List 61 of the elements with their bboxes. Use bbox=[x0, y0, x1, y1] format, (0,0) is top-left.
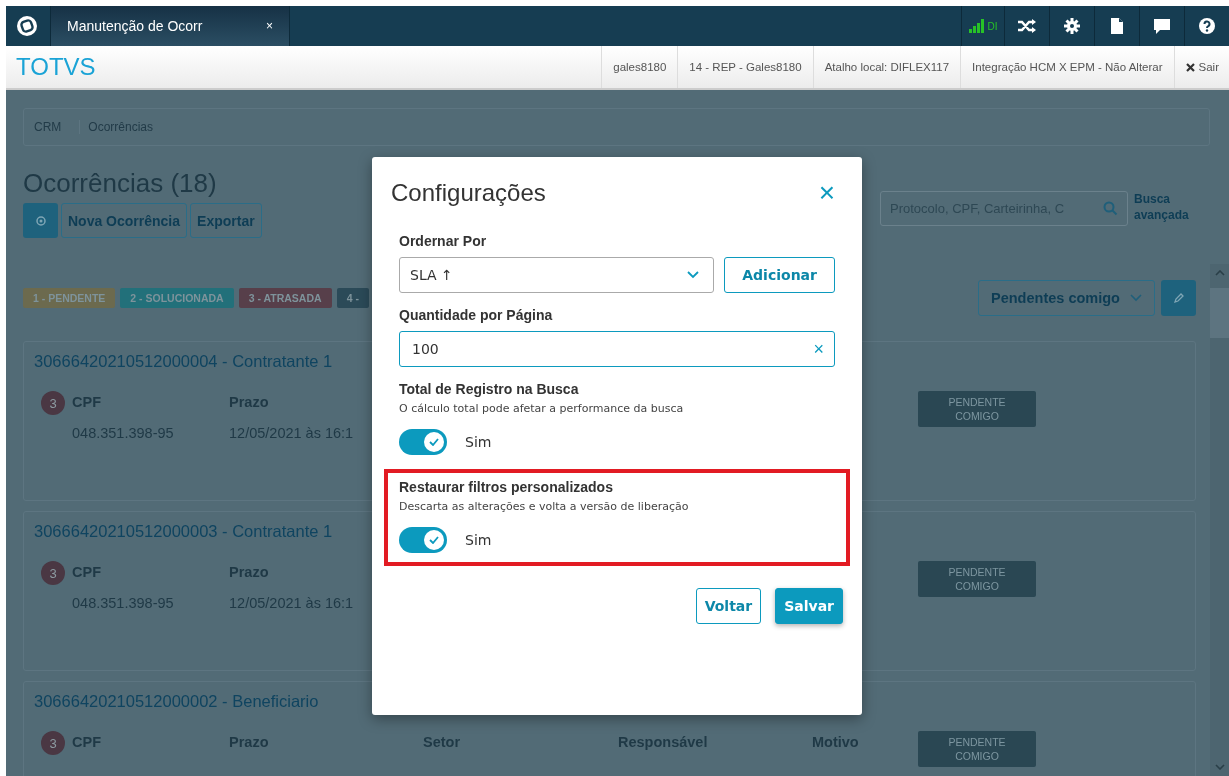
count-badge: 3 bbox=[41, 391, 65, 415]
check-icon bbox=[429, 438, 439, 446]
save-button[interactable]: Salvar bbox=[775, 588, 843, 624]
occurrence-link[interactable]: 30666420210512000002 - Beneficiario bbox=[34, 692, 319, 710]
toggle-switch[interactable] bbox=[399, 429, 447, 455]
header-info-item[interactable]: Atalho local: DIFLEX117 bbox=[812, 46, 961, 88]
header-info-item[interactable]: Integração HCM X EPM - Não Alterar bbox=[960, 46, 1174, 88]
sort-dropdown[interactable]: SLA ↑ bbox=[399, 257, 715, 293]
filter-dropdown[interactable]: Pendentes comigo bbox=[978, 280, 1155, 316]
status-tag: 4 - bbox=[336, 288, 369, 308]
brand-logo: TOTVS bbox=[16, 53, 96, 81]
pencil-icon bbox=[1172, 292, 1185, 304]
field-description: Descarta as alterações e volta a versão de liberação bbox=[399, 500, 690, 513]
check-icon bbox=[429, 536, 439, 544]
scroll-down-icon[interactable] bbox=[1214, 764, 1225, 770]
advanced-search-link[interactable]: Busca avançada bbox=[1134, 191, 1196, 223]
logo-icon[interactable] bbox=[16, 15, 38, 37]
help-icon[interactable] bbox=[1199, 18, 1215, 34]
field-label: Total de Registro na Busca bbox=[399, 381, 580, 397]
back-button[interactable]: Voltar bbox=[695, 588, 762, 624]
status-tag: 3 - ATRASADA bbox=[238, 288, 332, 308]
document-icon[interactable] bbox=[1111, 18, 1123, 34]
clear-button[interactable]: × bbox=[813, 338, 824, 360]
toggle-switch[interactable] bbox=[399, 527, 447, 553]
header-info-item[interactable]: gales8180 bbox=[601, 46, 678, 88]
quantity-input[interactable]: 100 × bbox=[399, 331, 835, 367]
close-tab-button[interactable]: × bbox=[266, 19, 273, 33]
occurrence-link[interactable]: 30666420210512000004 - Contratante 1 bbox=[34, 352, 333, 370]
header-info-item[interactable]: 14 - REP - Gales8180 bbox=[677, 46, 813, 88]
shuffle-icon[interactable] bbox=[1018, 19, 1036, 33]
toggle-label: Sim bbox=[465, 434, 492, 450]
chevron-down-icon bbox=[1129, 294, 1142, 302]
toggle-label: Sim bbox=[465, 532, 492, 548]
signal-bars-icon bbox=[968, 19, 985, 33]
status-label: PENDENTE COMIGO bbox=[918, 561, 1036, 597]
tab[interactable]: Manutenção de Ocorr × bbox=[50, 6, 290, 46]
status-tag: 2 - SOLUCIONADA bbox=[120, 288, 234, 308]
dialog-title: Configurações bbox=[391, 179, 546, 207]
settings-icon[interactable] bbox=[1064, 18, 1080, 34]
field-label: Quantidade por Página bbox=[399, 307, 554, 323]
chevron-down-icon bbox=[687, 271, 700, 279]
settings-icon bbox=[34, 214, 47, 227]
status-label: PENDENTE COMIGO bbox=[918, 731, 1036, 767]
action-button[interactable]: Nova Ocorrência bbox=[61, 203, 188, 238]
action-button[interactable]: Exportar bbox=[190, 203, 262, 238]
scroll-up-icon[interactable] bbox=[1214, 270, 1225, 276]
field-label: Restaurar filtros personalizados bbox=[399, 479, 614, 495]
add-button[interactable]: Adicionar bbox=[724, 257, 835, 293]
count-badge: 3 bbox=[41, 561, 65, 585]
occurrence-link[interactable]: 30666420210512000003 - Contratante 1 bbox=[34, 522, 333, 540]
chat-icon[interactable] bbox=[1154, 18, 1170, 34]
status-label: PENDENTE COMIGO bbox=[918, 391, 1036, 427]
logout-button[interactable]: Sair bbox=[1173, 46, 1229, 88]
settings-button[interactable] bbox=[23, 203, 58, 238]
scrollbar[interactable] bbox=[1210, 264, 1229, 776]
close-button[interactable]: × bbox=[818, 179, 835, 207]
field-description: O cálculo total pode afetar a performance da busca bbox=[399, 402, 685, 415]
field-label: Ordernar Por bbox=[399, 233, 488, 249]
status-tag: 1 - PENDENTE bbox=[23, 288, 116, 308]
count-badge: 3 bbox=[41, 731, 65, 755]
close-icon bbox=[1185, 62, 1195, 72]
